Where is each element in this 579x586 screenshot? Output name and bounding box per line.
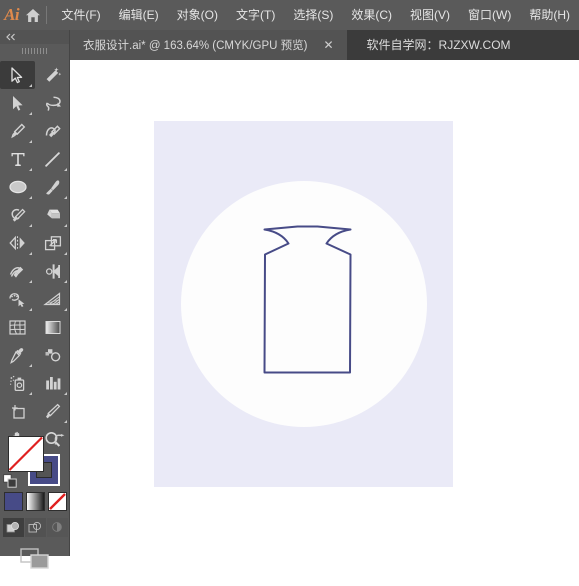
promo-text: 软件自学网：RJZXW.COM bbox=[366, 38, 511, 52]
tool-flyout-indicator bbox=[29, 224, 32, 227]
perspective-grid-tool[interactable] bbox=[35, 285, 70, 313]
draw-normal-button[interactable] bbox=[2, 518, 24, 537]
tool-flyout-indicator bbox=[29, 196, 32, 199]
width-tool[interactable] bbox=[0, 257, 35, 285]
document-tab-bar: 衣服设计.ai* @ 163.64% (CMYK/GPU 预览) ✕ 软件自学网… bbox=[70, 30, 579, 60]
gradient-tool[interactable] bbox=[35, 313, 70, 341]
eyedropper-tool[interactable] bbox=[0, 341, 35, 369]
drawing-mode-buttons bbox=[0, 518, 70, 537]
curvature-tool[interactable] bbox=[35, 117, 70, 145]
tool-flyout-indicator bbox=[29, 84, 32, 87]
tool-flyout-indicator bbox=[64, 168, 67, 171]
column-graph-tool[interactable] bbox=[35, 369, 70, 397]
reflect-tool[interactable] bbox=[0, 229, 35, 257]
home-icon[interactable] bbox=[23, 0, 43, 30]
tool-flyout-indicator bbox=[29, 308, 32, 311]
tool-flyout-indicator bbox=[29, 392, 32, 395]
tool-flyout-indicator bbox=[64, 308, 67, 311]
selection-tool[interactable] bbox=[0, 61, 35, 89]
document-tab[interactable]: 衣服设计.ai* @ 163.64% (CMYK/GPU 预览) ✕ bbox=[70, 30, 347, 60]
magic-wand-tool[interactable] bbox=[35, 61, 70, 89]
close-icon[interactable]: ✕ bbox=[318, 39, 338, 51]
menu-help[interactable]: 帮助(H) bbox=[520, 0, 579, 30]
fill-swatch[interactable] bbox=[8, 436, 44, 472]
pen-tool[interactable] bbox=[0, 117, 35, 145]
menu-object[interactable]: 对象(O) bbox=[168, 0, 227, 30]
shaper-tool[interactable] bbox=[0, 201, 35, 229]
tool-flyout-indicator bbox=[64, 392, 67, 395]
menu-type[interactable]: 文字(T) bbox=[227, 0, 284, 30]
lasso-tool[interactable] bbox=[35, 89, 70, 117]
tool-grid bbox=[0, 58, 70, 453]
menu-file[interactable]: 文件(F) bbox=[52, 0, 109, 30]
tool-flyout-indicator bbox=[29, 280, 32, 283]
draw-behind-button[interactable] bbox=[24, 518, 46, 537]
toolbar-collapse-button[interactable] bbox=[0, 30, 69, 44]
panel-edge-peek bbox=[24, 578, 56, 586]
menu-effect[interactable]: 效果(C) bbox=[342, 0, 401, 30]
toolbar-drag-handle[interactable] bbox=[0, 44, 69, 58]
fill-stroke-indicator bbox=[0, 430, 70, 488]
illustrator-window: Ai 文件(F) 编辑(E) 对象(O) 文字(T) 选择(S) 效果(C) 视… bbox=[0, 0, 579, 569]
tool-flyout-indicator bbox=[29, 168, 32, 171]
draw-inside-button[interactable] bbox=[46, 518, 68, 537]
free-transform-tool[interactable] bbox=[35, 257, 70, 285]
slice-tool[interactable] bbox=[35, 397, 70, 425]
artboard[interactable] bbox=[154, 121, 453, 487]
garment-bodice-path[interactable] bbox=[154, 121, 453, 487]
change-screen-mode-button[interactable] bbox=[0, 548, 70, 570]
tool-flyout-indicator bbox=[29, 364, 32, 367]
artboard-tool[interactable] bbox=[0, 397, 35, 425]
menu-window[interactable]: 窗口(W) bbox=[459, 0, 520, 30]
document-tab-label: 衣服设计.ai* @ 163.64% (CMYK/GPU 预览) bbox=[83, 40, 308, 52]
gradient-mode-button[interactable] bbox=[25, 492, 45, 511]
menu-select[interactable]: 选择(S) bbox=[284, 0, 342, 30]
no-fill-slash-icon bbox=[8, 436, 44, 472]
tool-flyout-indicator bbox=[64, 252, 67, 255]
none-mode-button[interactable] bbox=[47, 492, 67, 511]
color-mode-buttons bbox=[0, 492, 70, 511]
tool-flyout-indicator bbox=[64, 280, 67, 283]
tool-flyout-indicator bbox=[64, 420, 67, 423]
tool-flyout-indicator bbox=[64, 224, 67, 227]
type-tool[interactable] bbox=[0, 145, 35, 173]
canvas-area[interactable] bbox=[70, 60, 579, 556]
menu-bar: Ai 文件(F) 编辑(E) 对象(O) 文字(T) 选择(S) 效果(C) 视… bbox=[0, 0, 579, 30]
direct-selection-tool[interactable] bbox=[0, 89, 35, 117]
menu-items: 文件(F) 编辑(E) 对象(O) 文字(T) 选择(S) 效果(C) 视图(V… bbox=[52, 0, 579, 30]
app-logo: Ai bbox=[4, 5, 20, 24]
menu-edit[interactable]: 编辑(E) bbox=[110, 0, 168, 30]
tool-flyout-indicator bbox=[29, 140, 32, 143]
color-controls bbox=[0, 430, 70, 569]
menu-separator bbox=[45, 6, 47, 24]
line-segment-tool[interactable] bbox=[35, 145, 70, 173]
menu-view[interactable]: 视图(V) bbox=[401, 0, 459, 30]
swap-fill-stroke-icon[interactable] bbox=[52, 433, 65, 451]
tool-flyout-indicator bbox=[29, 252, 32, 255]
tool-flyout-indicator bbox=[29, 112, 32, 115]
tool-flyout-indicator bbox=[64, 196, 67, 199]
eraser-tool[interactable] bbox=[35, 201, 70, 229]
color-mode-button[interactable] bbox=[3, 492, 23, 511]
shape-builder-tool[interactable] bbox=[0, 285, 35, 313]
tools-panel bbox=[0, 30, 70, 569]
mesh-tool[interactable] bbox=[0, 313, 35, 341]
default-fill-stroke-icon[interactable] bbox=[3, 474, 17, 493]
scale-tool[interactable] bbox=[35, 229, 70, 257]
paintbrush-tool[interactable] bbox=[35, 173, 70, 201]
ellipse-tool[interactable] bbox=[0, 173, 35, 201]
symbol-sprayer-tool[interactable] bbox=[0, 369, 35, 397]
blend-tool[interactable] bbox=[35, 341, 70, 369]
